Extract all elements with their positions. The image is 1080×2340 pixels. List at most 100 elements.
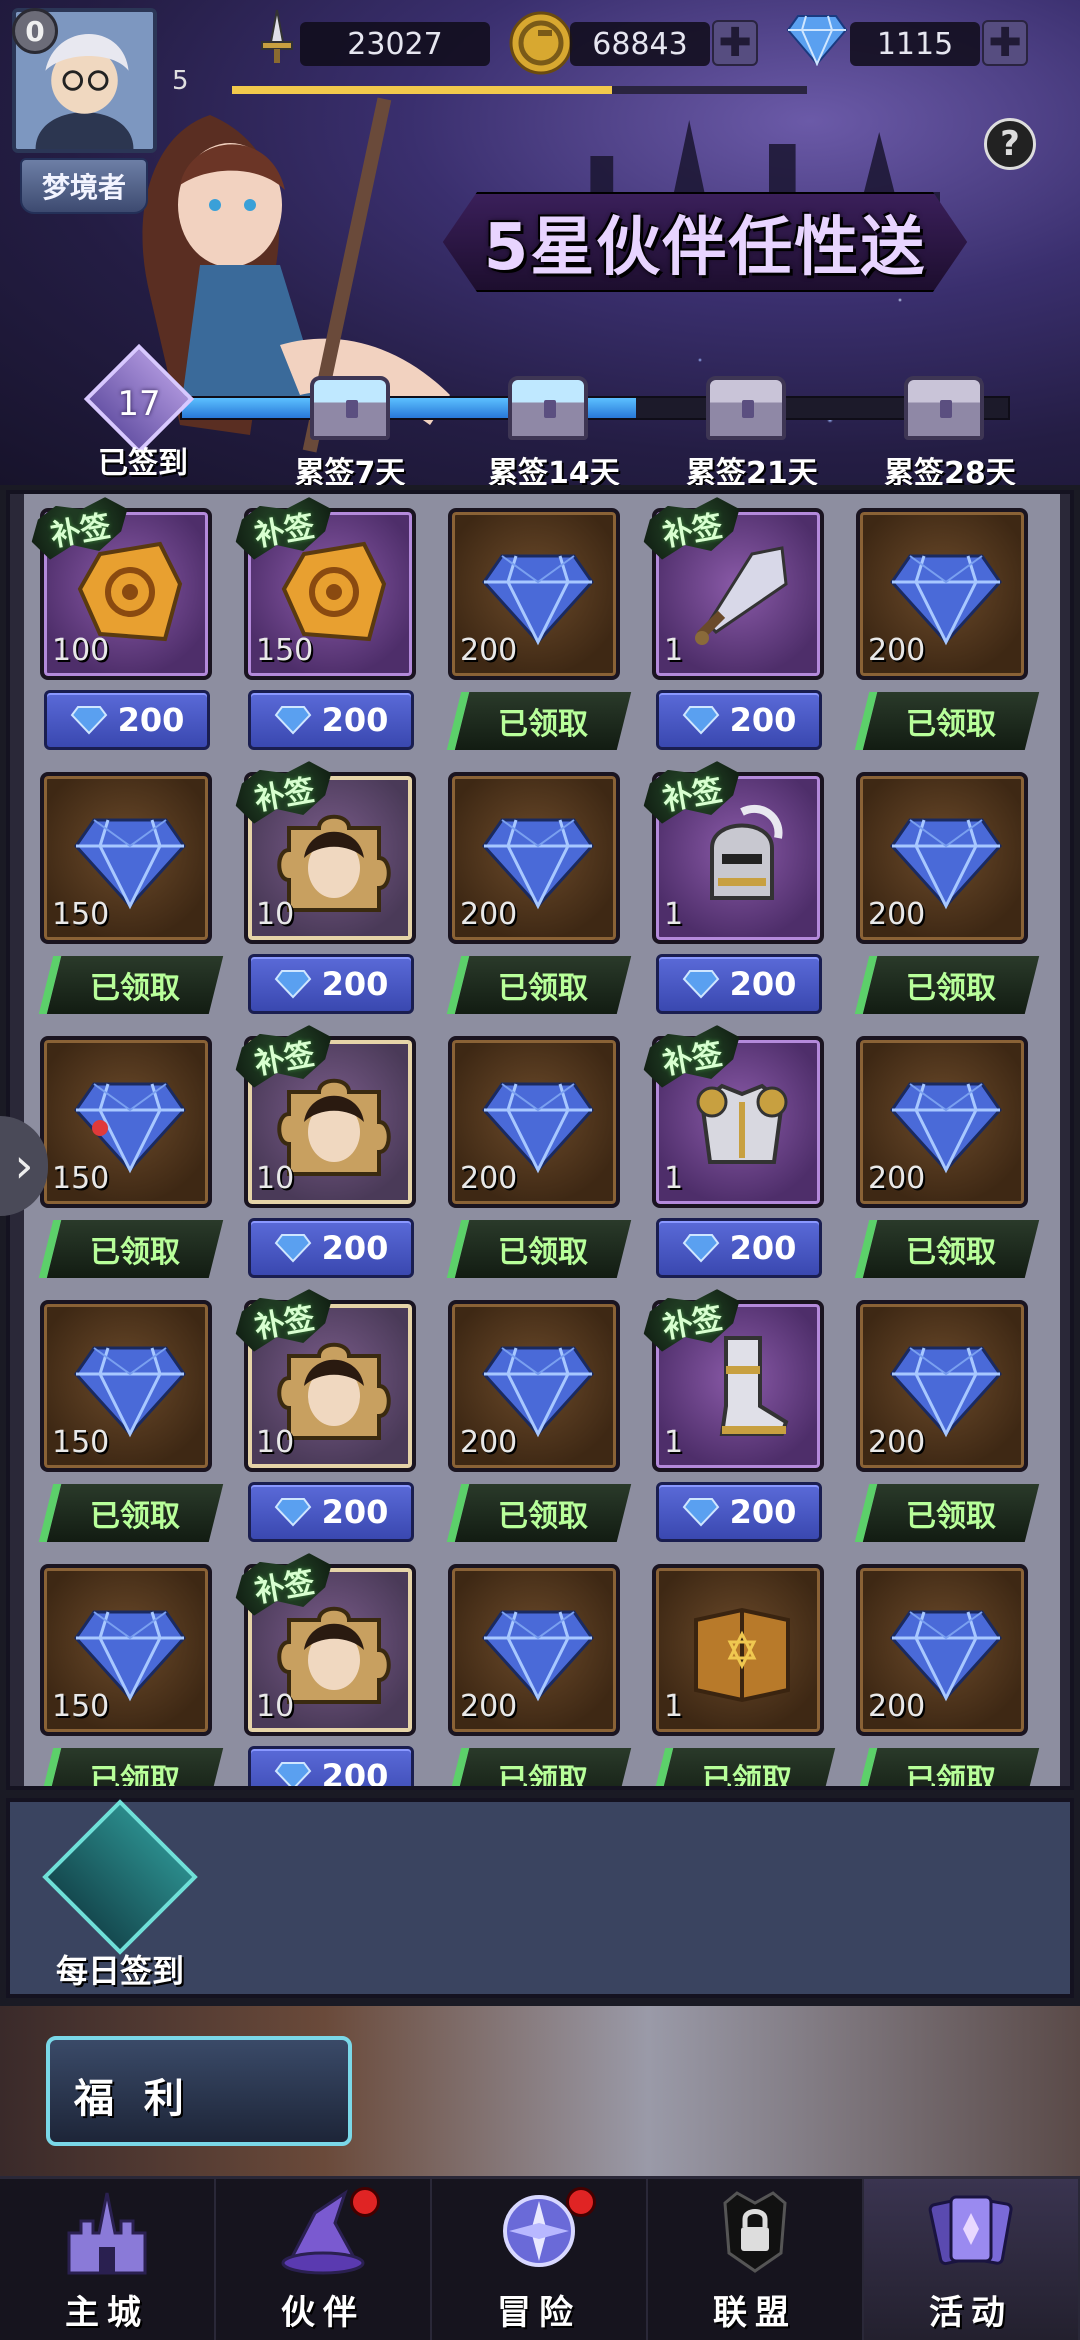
reward-cell[interactable]: 150 已领取 xyxy=(38,1300,224,1552)
reward-quantity: 1 xyxy=(664,1689,684,1724)
welfare-label: 福 利 xyxy=(74,2076,192,2122)
milestone-21[interactable]: 累签21天 xyxy=(686,376,818,485)
player-level: 5 xyxy=(172,66,189,96)
reward-item[interactable]: 200 xyxy=(856,772,1028,944)
reward-cell[interactable]: 1 补签 200 xyxy=(652,1300,824,1552)
milestone-label: 累签7天 xyxy=(294,456,406,485)
reward-cell[interactable]: 200 已领取 xyxy=(854,1300,1040,1552)
milestone-14[interactable]: 累签14天 xyxy=(488,376,620,485)
reward-cell[interactable]: 10 补签 200 xyxy=(244,1036,416,1288)
help-button[interactable]: ? xyxy=(984,118,1036,170)
reward-quantity: 10 xyxy=(256,897,295,932)
nav-events[interactable]: 活动 xyxy=(864,2179,1080,2340)
reward-quantity: 1 xyxy=(664,897,684,932)
cost-label: 200 xyxy=(321,1757,389,1786)
reward-cell[interactable]: 150 已领取 xyxy=(38,1036,224,1288)
claimed-label: 已领取 xyxy=(498,1499,588,1534)
reward-item[interactable]: 200 xyxy=(856,1036,1028,1208)
reward-cell[interactable]: 1 补签 200 xyxy=(652,772,824,1024)
milestone-7[interactable]: 累签7天 xyxy=(290,376,410,485)
makeup-signin-button[interactable]: 200 xyxy=(248,1746,414,1786)
welfare-button[interactable]: 福 利 xyxy=(46,2036,352,2146)
cost-label: 200 xyxy=(729,1229,797,1267)
reward-cell[interactable]: 200 已领取 xyxy=(446,1564,632,1786)
reward-item[interactable]: 200 xyxy=(448,1564,620,1736)
reward-cell[interactable]: 10 补签 200 xyxy=(244,772,416,1024)
diamond-icon xyxy=(274,706,311,735)
reward-cell[interactable]: 200 已领取 xyxy=(446,508,632,760)
reward-item[interactable]: 200 xyxy=(448,1300,620,1472)
reward-item[interactable]: 1 xyxy=(652,1564,824,1736)
reward-item[interactable]: 200 xyxy=(856,1300,1028,1472)
reward-cell[interactable]: 1 补签 200 xyxy=(652,1036,824,1288)
milestone-label: 累签14天 xyxy=(488,456,620,485)
sword-power-icon xyxy=(261,9,293,63)
nav-main-city[interactable]: 主城 xyxy=(0,2179,216,2340)
reward-cell[interactable]: 200 已领取 xyxy=(446,772,632,1024)
chest-icon xyxy=(904,376,984,440)
diamond-icon xyxy=(274,1498,311,1527)
makeup-signin-button[interactable]: 200 xyxy=(656,1218,822,1278)
reward-item[interactable]: 200 xyxy=(448,1036,620,1208)
makeup-signin-button[interactable]: 200 xyxy=(44,690,210,750)
signed-days-count: 17 xyxy=(117,384,161,424)
reward-cell[interactable]: 200 已领取 xyxy=(446,1300,632,1552)
reward-cell[interactable]: 1 补签 200 xyxy=(652,508,824,760)
nav-adventure[interactable]: 冒险 xyxy=(432,2179,648,2340)
chest-icon xyxy=(706,376,786,440)
add-diamond-button[interactable]: ✚ xyxy=(982,20,1028,66)
reward-item[interactable]: 150 xyxy=(40,1564,212,1736)
gold-value: 68843 xyxy=(570,22,710,66)
cost-label: 200 xyxy=(729,965,797,1003)
makeup-signin-button[interactable]: 200 xyxy=(248,1218,414,1278)
reward-cell[interactable]: 200 已领取 xyxy=(854,1564,1040,1786)
reward-grid[interactable]: 100 补签 200 150 补签 200 200 已领取 1 补签 200 200 已领取 150 已领取… xyxy=(24,494,1060,1786)
diamond-icon xyxy=(274,970,311,999)
event-banner: 0 5 梦境者 23027 68843 ✚ 1115 ✚ ? 5星伙伴任性送 1… xyxy=(0,0,1080,485)
reward-cell[interactable]: 10 补签 200 xyxy=(244,1564,416,1786)
nav-alliance[interactable]: 联盟 xyxy=(648,2179,864,2340)
plus-icon: ✚ xyxy=(718,20,752,66)
makeup-signin-button[interactable]: 200 xyxy=(656,1482,822,1542)
cost-label: 200 xyxy=(117,701,185,739)
reward-cell[interactable]: 10 补签 200 xyxy=(244,1300,416,1552)
reward-item[interactable]: 150 xyxy=(40,772,212,944)
chest-icon xyxy=(310,376,390,440)
reward-cell[interactable]: 150 已领取 xyxy=(38,1564,224,1786)
reward-item[interactable]: 150 xyxy=(40,1036,212,1208)
diamond-icon xyxy=(70,706,107,735)
add-gold-button[interactable]: ✚ xyxy=(712,20,758,66)
reward-quantity: 200 xyxy=(868,1161,926,1196)
milestone-28[interactable]: 累签28天 xyxy=(884,376,1016,485)
reward-item[interactable]: 200 xyxy=(448,772,620,944)
cost-label: 200 xyxy=(321,1229,389,1267)
makeup-signin-button[interactable]: 200 xyxy=(248,954,414,1014)
reward-item[interactable]: 200 xyxy=(856,1564,1028,1736)
reward-item[interactable]: 200 xyxy=(856,508,1028,680)
cost-label: 200 xyxy=(729,701,797,739)
reward-quantity: 1 xyxy=(664,1161,684,1196)
claimed-status: 已领取 xyxy=(446,692,632,750)
reward-cell[interactable]: 1 已领取 xyxy=(650,1564,836,1786)
claimed-label: 已领取 xyxy=(90,1763,180,1786)
reward-cell[interactable]: 200 已领取 xyxy=(446,1036,632,1288)
reward-quantity: 1 xyxy=(664,1425,684,1460)
reward-cell[interactable]: 200 已领取 xyxy=(854,508,1040,760)
reward-cell[interactable]: 100 补签 200 xyxy=(40,508,212,760)
reward-cell[interactable]: 200 已领取 xyxy=(854,1036,1040,1288)
reward-cell[interactable]: 150 补签 200 xyxy=(244,508,416,760)
makeup-signin-button[interactable]: 200 xyxy=(656,954,822,1014)
daily-signin-button[interactable]: 每日签到 xyxy=(30,1799,210,1990)
makeup-signin-button[interactable]: 200 xyxy=(248,690,414,750)
makeup-signin-button[interactable]: 200 xyxy=(248,1482,414,1542)
reward-item[interactable]: 150 xyxy=(40,1300,212,1472)
claimed-label: 已领取 xyxy=(90,1235,180,1270)
reward-cell[interactable]: 200 已领取 xyxy=(854,772,1040,1024)
claimed-status: 已领取 xyxy=(854,1748,1040,1786)
lock-shield-icon xyxy=(723,2191,787,2273)
reward-cell[interactable]: 150 已领取 xyxy=(38,772,224,1024)
reward-item[interactable]: 200 xyxy=(448,508,620,680)
reward-quantity: 150 xyxy=(52,1689,110,1724)
makeup-signin-button[interactable]: 200 xyxy=(656,690,822,750)
nav-partners[interactable]: 伙伴 xyxy=(216,2179,432,2340)
